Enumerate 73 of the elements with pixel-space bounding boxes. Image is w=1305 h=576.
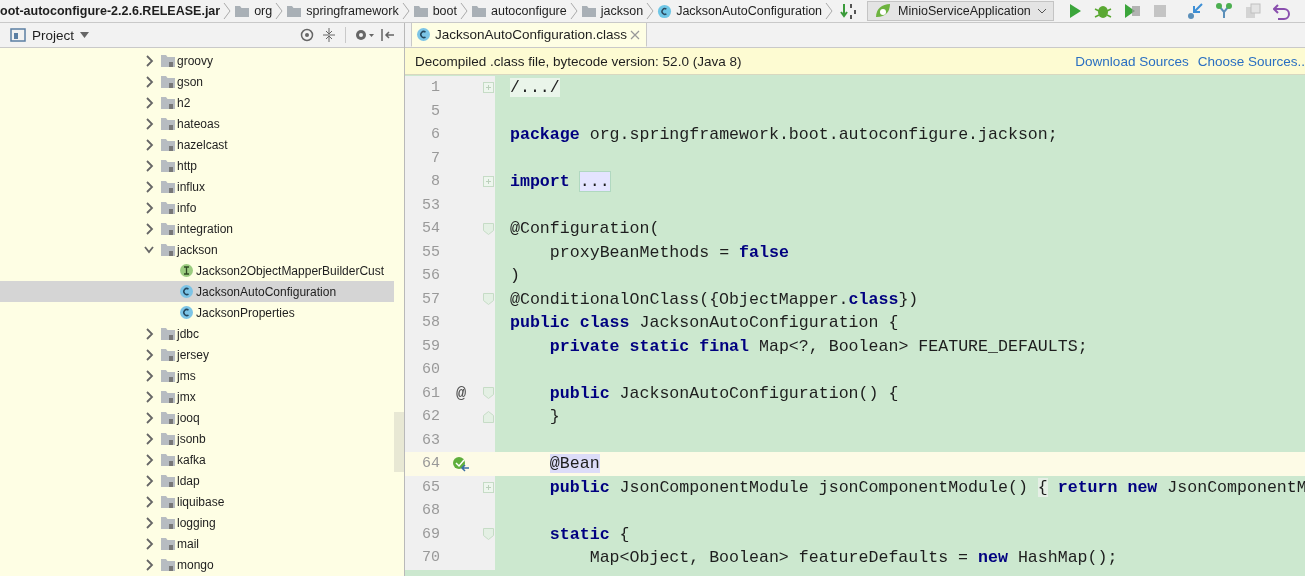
tree-item[interactable]: http — [0, 155, 394, 176]
tree-item[interactable]: JacksonProperties — [0, 302, 394, 323]
line-number: 58 — [421, 314, 440, 332]
tree-item[interactable]: hateoas — [0, 113, 394, 134]
line-number: 56 — [421, 267, 440, 285]
line-number: 63 — [421, 431, 440, 449]
line-number: 65 — [421, 478, 440, 496]
code-line: @ConditionalOnClass({ObjectMapper.class}) — [510, 289, 919, 309]
line-number: 70 — [421, 549, 440, 567]
tree-item[interactable]: gson — [0, 71, 394, 92]
breadcrumb-item[interactable]: autoconfigure — [471, 4, 567, 18]
tree-item[interactable]: integration — [0, 218, 394, 239]
line-number: 60 — [421, 361, 440, 379]
code-line: import ... — [510, 172, 610, 192]
code-line: private static final Map<?, Boolean> FEATURE_DEFAULTS; — [548, 336, 1088, 356]
notice-link[interactable]: Download Sources — [1075, 53, 1189, 69]
tree-item[interactable]: JacksonAutoConfiguration — [0, 281, 394, 302]
tree-item[interactable]: mail — [0, 533, 394, 554]
tree-item[interactable]: kafka — [0, 449, 394, 470]
code-line: static { — [548, 524, 630, 544]
line-number: 1 — [430, 79, 440, 97]
line-number: 54 — [421, 220, 440, 238]
line-number: 69 — [421, 525, 440, 543]
line-number: 57 — [421, 290, 440, 308]
line-number: 6 — [430, 126, 440, 144]
line-number: 53 — [421, 196, 440, 214]
tree-item[interactable]: groovy — [0, 50, 394, 71]
tree-item[interactable]: jdbc — [0, 323, 394, 344]
tree-item[interactable]: hazelcast — [0, 134, 394, 155]
line-number: 61 — [421, 384, 440, 402]
editor-tab[interactable]: JacksonAutoConfiguration.class — [411, 22, 648, 47]
code-line: @Configuration( — [510, 219, 660, 239]
code-line: proxyBeanMethods = false — [548, 242, 789, 262]
tree-item[interactable]: ldap — [0, 470, 394, 491]
tree-item[interactable]: jsonb — [0, 428, 394, 449]
tree-item[interactable]: liquibase — [0, 491, 394, 512]
tree-item[interactable]: h2 — [0, 92, 394, 113]
code-line: public class JacksonAutoConfiguration { — [510, 313, 899, 333]
line-number: 62 — [421, 408, 440, 426]
breadcrumb-item[interactable]: jackson — [580, 4, 644, 18]
tree-item[interactable]: Jackson2ObjectMapperBuilderCust — [0, 260, 394, 281]
breadcrumb-item[interactable]: springframework — [286, 4, 399, 18]
code-line: Map<Object, Boolean> featureDefaults = new HashMap(); — [588, 548, 1118, 568]
project-view-selector[interactable]: Project — [10, 27, 90, 43]
tree-item[interactable]: jooq — [0, 407, 394, 428]
code-line: } — [548, 407, 560, 427]
tree-item[interactable]: jmx — [0, 386, 394, 407]
code-line: public JsonComponentModule jsonComponentModule() { return new JsonComponentM — [548, 477, 1305, 497]
tree-item[interactable]: mongo — [0, 554, 394, 575]
line-number: 68 — [421, 502, 440, 520]
breadcrumb-item[interactable]: boot — [412, 4, 457, 18]
code-line: ) — [510, 266, 520, 286]
breadcrumb-item[interactable]: org — [234, 4, 273, 18]
tree-item[interactable]: jackson — [0, 239, 394, 260]
tree-item[interactable]: jersey — [0, 344, 394, 365]
tree-item[interactable]: logging — [0, 512, 394, 533]
breadcrumb-item[interactable]: oot-autoconfigure-2.2.6.RELEASE.jar — [0, 4, 221, 18]
breadcrumb-item[interactable]: JacksonAutoConfiguration — [657, 3, 823, 19]
line-number: 64 — [421, 455, 440, 473]
line-number: 59 — [421, 337, 440, 355]
tree-item[interactable]: info — [0, 197, 394, 218]
line-number: 8 — [430, 173, 440, 191]
code-line: package org.springframework.boot.autoconfigure.jackson; — [510, 125, 1058, 145]
code-line: public JacksonAutoConfiguration() { — [548, 383, 899, 403]
notice-link[interactable]: Choose Sources.. — [1197, 53, 1305, 69]
line-number: 5 — [430, 102, 440, 120]
line-number: 55 — [421, 243, 440, 261]
annotation-marker[interactable]: @ — [455, 383, 467, 403]
tree-item[interactable]: jms — [0, 365, 394, 386]
tree-item[interactable]: influx — [0, 176, 394, 197]
notice-text: Decompiled .class file, bytecode version: 52.0 (Java 8) — [415, 53, 742, 69]
run-configuration-dropdown[interactable]: MinioServiceApplication — [867, 1, 1054, 21]
line-number: 7 — [430, 149, 440, 167]
